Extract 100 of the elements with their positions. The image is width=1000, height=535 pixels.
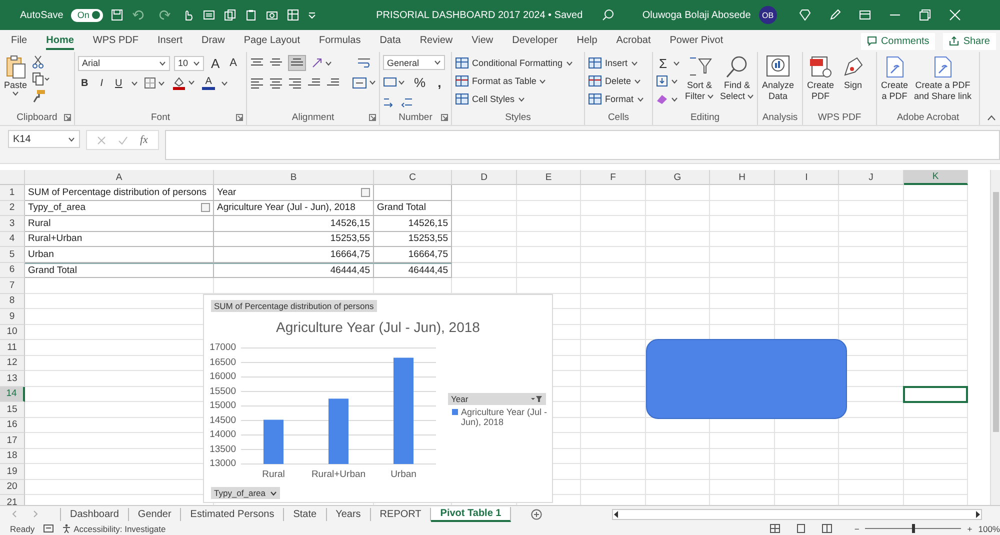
accessibility-status[interactable]: Accessibility: Investigate [74, 524, 166, 534]
row-header[interactable]: 17 [0, 433, 25, 448]
column-header[interactable]: K [904, 170, 968, 185]
pen-icon[interactable] [828, 9, 841, 21]
filter-button[interactable] [201, 203, 210, 212]
restore-icon[interactable] [918, 9, 931, 21]
ribbon-button[interactable]: Format [588, 91, 644, 107]
ribbon-button[interactable]: Delete [588, 73, 644, 89]
caret-icon[interactable] [68, 136, 75, 142]
font-color-button[interactable]: A [202, 76, 215, 90]
menu-tab[interactable]: View [472, 32, 494, 50]
italic-button[interactable]: I [97, 78, 106, 88]
menu-tab[interactable]: Draw [202, 32, 225, 50]
caret-icon[interactable] [673, 60, 680, 66]
menu-tab[interactable]: Power Pivot [670, 32, 724, 50]
increase-decimal-icon[interactable] [383, 96, 395, 108]
menu-tab[interactable]: Acrobat [616, 32, 651, 50]
caret-icon[interactable] [634, 78, 642, 84]
caret-icon[interactable] [747, 94, 754, 98]
currency-icon[interactable] [383, 76, 405, 88]
caret-icon[interactable] [159, 60, 166, 66]
orientation-icon[interactable] [311, 57, 333, 69]
fill-down-icon[interactable] [656, 75, 668, 87]
legend-field-button[interactable]: Year [448, 393, 546, 405]
caret-icon[interactable] [270, 490, 277, 496]
zoom-in-button[interactable]: + [967, 524, 972, 534]
add-sheet-icon[interactable] [531, 508, 542, 520]
caret-icon[interactable] [518, 96, 525, 102]
ribbon-button[interactable]: Conditional Formatting [455, 55, 573, 71]
close-icon[interactable] [948, 9, 961, 21]
menu-tab[interactable]: Help [576, 32, 598, 50]
row-header[interactable]: 2 [0, 200, 25, 216]
caret-icon[interactable] [434, 60, 441, 65]
autosave-toggle[interactable]: On [71, 8, 104, 22]
page-break-icon[interactable] [822, 524, 832, 533]
row-header[interactable]: 15 [0, 402, 25, 418]
caret-icon[interactable] [707, 94, 714, 98]
copy-icon[interactable] [32, 72, 50, 86]
formula-input[interactable] [164, 130, 1000, 160]
column-header[interactable]: A [25, 170, 214, 185]
ribbon-button[interactable]: Format as Table [455, 73, 573, 89]
caret-icon[interactable] [220, 80, 228, 86]
caret-icon[interactable] [671, 96, 678, 102]
dialog-launcher-icon[interactable] [64, 114, 71, 121]
collapse-ribbon-icon[interactable] [987, 115, 996, 121]
row-header[interactable]: 5 [0, 247, 25, 262]
wrap-text-icon[interactable] [357, 56, 371, 70]
increase-font-button[interactable]: A [208, 56, 223, 70]
macro-icon[interactable] [42, 524, 54, 533]
search-icon[interactable] [602, 9, 614, 21]
caret-icon[interactable] [630, 60, 638, 66]
scroll-right-icon[interactable] [975, 510, 982, 518]
sheet-tab[interactable]: State [284, 508, 327, 520]
merge-center-icon[interactable] [352, 76, 376, 90]
axis-field-button[interactable]: Typy_of_area [211, 487, 280, 499]
row-header[interactable]: 19 [0, 464, 25, 480]
row-header[interactable]: 11 [0, 340, 25, 356]
menu-tab[interactable]: Formulas [319, 32, 361, 50]
number-format-field[interactable]: General [383, 55, 445, 70]
normal-view-icon[interactable] [770, 524, 780, 533]
caret-icon[interactable] [671, 78, 678, 84]
bold-button[interactable]: B [78, 78, 92, 88]
selected-cell[interactable] [903, 386, 968, 403]
column-header[interactable]: I [775, 170, 839, 185]
eraser-icon[interactable] [656, 93, 668, 105]
page-layout-icon[interactable] [796, 524, 806, 533]
row-header[interactable]: 20 [0, 480, 25, 495]
column-header[interactable]: C [374, 170, 452, 185]
menu-tab[interactable]: WPS PDF [92, 32, 138, 50]
row-header[interactable]: 3 [0, 216, 25, 232]
caret-icon[interactable] [566, 60, 573, 66]
row-header[interactable]: 8 [0, 294, 25, 309]
row-header[interactable]: 7 [0, 278, 25, 294]
table-icon[interactable] [287, 9, 300, 21]
font-size-field[interactable]: 10 [174, 56, 204, 70]
ribbon-button[interactable]: Create a PDF [880, 55, 910, 110]
dialog-launcher-icon[interactable] [441, 114, 448, 121]
menu-tab[interactable]: Developer [512, 32, 558, 50]
ribbon-button[interactable]: Cell Styles [455, 91, 573, 107]
menu-tab[interactable]: Data [380, 32, 401, 50]
autosum-button[interactable]: Σ [656, 56, 670, 70]
document-title[interactable]: PRISORIAL DASHBOARD 2017 2024 • Saved [364, 10, 594, 20]
column-header[interactable]: E [517, 170, 581, 185]
sheet-tab[interactable]: Dashboard [61, 508, 129, 520]
row-header[interactable]: 18 [0, 448, 25, 464]
percent-button[interactable]: % [411, 74, 429, 90]
value-field-button[interactable]: SUM of Percentage distribution of persons [211, 300, 377, 312]
caret-icon[interactable] [193, 60, 200, 66]
ribbon-button[interactable]: Analyze Data [761, 55, 796, 110]
column-header[interactable]: D [452, 170, 517, 185]
row-header[interactable]: 6 [0, 262, 25, 278]
borders-icon[interactable] [144, 77, 166, 89]
accessibility-icon[interactable] [62, 524, 71, 533]
row-header[interactable]: 12 [0, 356, 25, 371]
copy-icon[interactable] [224, 9, 236, 21]
vertical-scrollbar[interactable] [990, 170, 1000, 505]
ribbon-button[interactable]: Sign [839, 55, 868, 110]
sheet-tab[interactable]: Pivot Table 1 [431, 506, 512, 522]
diamond-icon[interactable] [798, 9, 811, 21]
pivot-chart[interactable] [203, 294, 553, 503]
